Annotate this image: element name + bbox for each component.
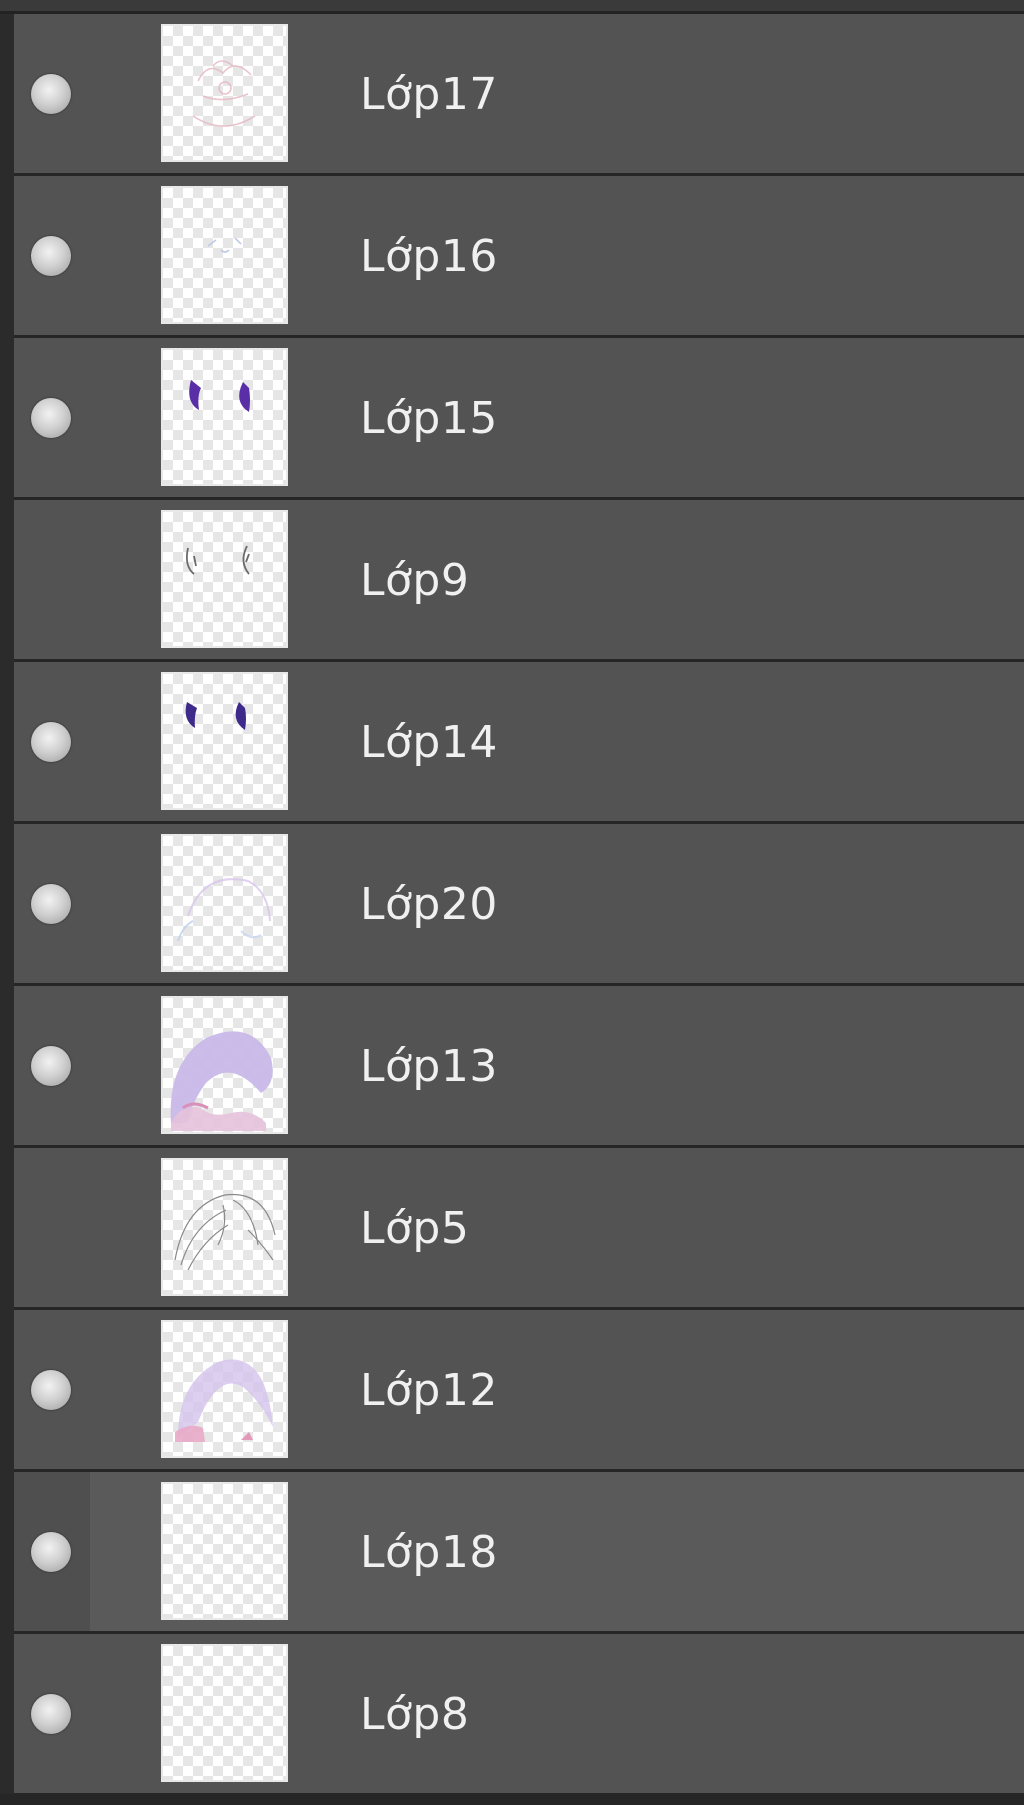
layer-thumbnail[interactable] (161, 186, 288, 324)
layer-thumbnail[interactable] (161, 1158, 288, 1296)
visibility-toggle[interactable] (14, 14, 90, 173)
visibility-toggle[interactable] (14, 1634, 90, 1793)
visibility-toggle[interactable] (14, 662, 90, 821)
layer-thumbnail[interactable] (161, 1482, 288, 1620)
layer-thumbnail[interactable] (161, 24, 288, 162)
visibility-toggle[interactable] (14, 176, 90, 335)
layer-thumbnail[interactable] (161, 996, 288, 1134)
thumbnail-art (163, 1484, 286, 1618)
visibility-dot-icon[interactable] (31, 74, 71, 114)
thumbnail-art (175, 1359, 273, 1442)
layer-thumbnail[interactable] (161, 1320, 288, 1458)
layer-name[interactable]: Lớp15 (360, 394, 498, 444)
layer-thumbnail[interactable] (161, 510, 288, 648)
layer-name[interactable]: Lớp8 (360, 1690, 469, 1740)
visibility-dot-icon[interactable] (31, 722, 71, 762)
layer-row[interactable]: Lớp14 (14, 662, 1024, 824)
thumbnail-art (163, 1646, 286, 1780)
panel-top-edge (0, 0, 1024, 14)
layer-row[interactable]: Lớp20 (14, 824, 1024, 986)
layer-name[interactable]: Lớp14 (360, 718, 498, 768)
thumbnail-art (174, 1193, 276, 1271)
thumbnail-art (170, 1031, 273, 1131)
layer-row[interactable]: Lớp13 (14, 986, 1024, 1148)
layer-thumbnail[interactable] (161, 1644, 288, 1782)
layer-name[interactable]: Lớp17 (360, 70, 498, 120)
layer-thumbnail[interactable] (161, 834, 288, 972)
thumbnail-art (207, 237, 242, 253)
layer-row[interactable]: Lớp18 (14, 1472, 1024, 1634)
layer-name[interactable]: Lớp16 (360, 232, 498, 282)
visibility-toggle[interactable] (14, 1310, 90, 1469)
visibility-toggle[interactable] (14, 824, 90, 983)
visibility-toggle[interactable] (14, 1148, 90, 1307)
layer-name[interactable]: Lớp9 (360, 556, 469, 606)
layer-row[interactable]: Lớp16 (14, 176, 1024, 338)
layer-name[interactable]: Lớp12 (360, 1366, 498, 1416)
visibility-dot-icon[interactable] (31, 236, 71, 276)
thumbnail-art (192, 60, 256, 127)
visibility-toggle[interactable] (14, 500, 90, 659)
visibility-dot-icon[interactable] (31, 1046, 71, 1086)
visibility-dot-icon[interactable] (31, 1694, 71, 1734)
layers-panel: Lớp17 Lớp16 Lớp15 Lớp9 Lớp14 Lớp20 Lớp13 Lớp5 Lớ… (0, 0, 1024, 1805)
layer-thumbnail[interactable] (161, 348, 288, 486)
layer-row[interactable]: Lớp12 (14, 1310, 1024, 1472)
layer-thumbnail[interactable] (161, 672, 288, 810)
layer-name[interactable]: Lớp20 (360, 880, 498, 930)
layer-name[interactable]: Lớp13 (360, 1042, 498, 1092)
thumbnail-art (185, 702, 246, 730)
visibility-dot-icon[interactable] (31, 1370, 71, 1410)
visibility-toggle[interactable] (14, 986, 90, 1145)
visibility-toggle[interactable] (14, 338, 90, 497)
panel-bottom-edge (0, 1794, 1024, 1805)
visibility-toggle[interactable] (14, 1472, 90, 1631)
layer-row[interactable]: Lớp15 (14, 338, 1024, 500)
visibility-dot-icon[interactable] (31, 884, 71, 924)
thumbnail-art (189, 380, 250, 412)
layer-list[interactable]: Lớp17 Lớp16 Lớp15 Lớp9 Lớp14 Lớp20 Lớp13 Lớp5 Lớ… (14, 14, 1024, 1796)
layer-row[interactable]: Lớp5 (14, 1148, 1024, 1310)
layer-row[interactable]: Lớp9 (14, 500, 1024, 662)
visibility-dot-icon[interactable] (31, 398, 71, 438)
visibility-dot-icon[interactable] (31, 1532, 71, 1572)
thumbnail-art (185, 545, 250, 575)
layer-row[interactable]: Lớp8 (14, 1634, 1024, 1796)
layer-name[interactable]: Lớp5 (360, 1204, 469, 1254)
layer-row[interactable]: Lớp17 (14, 14, 1024, 176)
thumbnail-art (177, 878, 271, 942)
layer-name[interactable]: Lớp18 (360, 1528, 498, 1578)
